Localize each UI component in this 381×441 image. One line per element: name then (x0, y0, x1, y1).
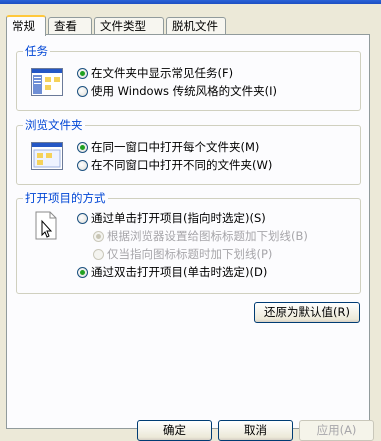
tab-offline-files[interactable]: 脱机文件 (166, 17, 226, 34)
show-common-tasks-option[interactable]: 在文件夹中显示常见任务(F) (77, 66, 233, 81)
tab-general[interactable]: 常规 (6, 15, 46, 36)
click-items-group: 打开项目的方式 通过单击打开项目(指向时选定)(S) 根据浏览器设置给图标标题加… (16, 191, 361, 294)
tab-view[interactable]: 查看 (48, 17, 92, 34)
radio-button[interactable] (77, 267, 88, 278)
browse-folders-group: 浏览文件夹 在同一窗口中打开每个文件夹(M) 在不同窗口中打开不同的文件夹(W) (16, 118, 361, 185)
folder-tasks-window-icon (31, 68, 63, 96)
browse-group-title: 浏览文件夹 (23, 118, 85, 132)
tasks-group-title: 任务 (23, 44, 50, 58)
tasks-group: 任务 在文件夹中显示常见任务(F) 使用 Windows 传统风格的文件夹(I) (16, 44, 361, 111)
title-bar (0, 0, 381, 4)
cancel-button[interactable]: 取消 (218, 420, 293, 441)
apply-button[interactable]: 应用(A) (299, 420, 374, 441)
general-tab-panel: 任务 在文件夹中显示常见任务(F) 使用 Windows 传统风格的文件夹(I)… (6, 34, 370, 429)
underline-point-option[interactable]: 仅当指向图标标题时加下划线(P) (93, 247, 272, 262)
radio-button[interactable] (77, 160, 88, 171)
underline-browser-option[interactable]: 根据浏览器设置给图标标题加下划线(B) (93, 229, 308, 244)
folder-browse-window-icon (31, 142, 63, 170)
classic-folders-option[interactable]: 使用 Windows 传统风格的文件夹(I) (77, 84, 277, 99)
radio-button[interactable] (77, 213, 88, 224)
radio-button[interactable] (77, 68, 88, 79)
radio-button[interactable] (77, 86, 88, 97)
radio-button[interactable] (93, 249, 104, 260)
single-click-option[interactable]: 通过单击打开项目(指向时选定)(S) (77, 211, 266, 226)
double-click-option[interactable]: 通过双击打开项目(单击时选定)(D) (77, 265, 267, 280)
restore-defaults-button[interactable]: 还原为默认值(R) (254, 302, 360, 323)
pointer-click-icon (35, 211, 57, 240)
ok-button[interactable]: 确定 (137, 420, 212, 441)
radio-button[interactable] (77, 142, 88, 153)
same-window-option[interactable]: 在同一窗口中打开每个文件夹(M) (77, 140, 259, 155)
tab-file-types[interactable]: 文件类型 (94, 17, 164, 34)
separate-window-option[interactable]: 在不同窗口中打开不同的文件夹(W) (77, 158, 272, 173)
click-group-title: 打开项目的方式 (23, 191, 108, 205)
radio-button[interactable] (93, 231, 104, 242)
